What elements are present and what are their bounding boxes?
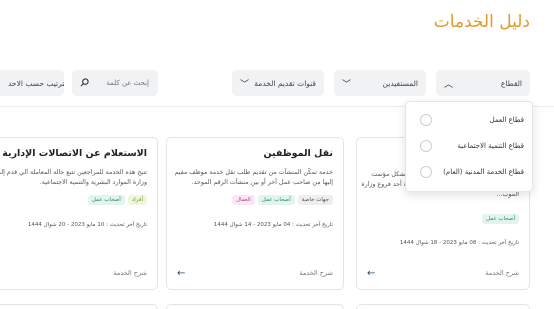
chevron-up-icon: ︿ — [444, 79, 454, 90]
sector-dropdown: قطاع العمل قطاع التنمية الاجتماعية قطاع … — [405, 101, 533, 192]
last-updated: تاريخ آخر تحديث : 08 مايو 2023 - 18 شوال… — [399, 240, 519, 246]
service-card-next — [356, 304, 530, 309]
search-box[interactable] — [72, 70, 158, 96]
radio-button[interactable] — [420, 166, 432, 178]
sort-label: الترتيب حسب الاحد — [8, 78, 64, 88]
service-title: الاستعلام عن الاتصالات الإدارية — [2, 148, 147, 159]
tag: جهات خاصة — [297, 195, 333, 205]
tag: أصحاب عمل — [257, 195, 295, 205]
arrow-left-icon[interactable]: ← — [367, 268, 375, 279]
service-tags: أفراد أصحاب عمل — [87, 195, 147, 205]
last-updated: تاريخ آخر تحديث : 10 مايو 2023 - 20 شوال… — [27, 222, 147, 228]
arrow-left-icon[interactable]: ← — [177, 268, 185, 279]
search-input[interactable] — [95, 79, 149, 87]
tag: أصحاب عمل — [482, 214, 519, 224]
explain-link[interactable]: شرح الخدمة — [113, 269, 147, 277]
filter-bar: ︿ القطاع ﹀ المستفيدين ﹀ قنوات تقديم الخد… — [0, 70, 554, 98]
beneficiaries-filter-label: المستفيدين — [382, 78, 418, 88]
tag: أفراد — [127, 195, 147, 205]
radio-button[interactable] — [420, 114, 432, 126]
sector-option-label: قطاع التنمية الاجتماعية — [457, 142, 524, 150]
radio-button[interactable] — [420, 140, 432, 152]
service-description: خدمة تمكّن المنشآت من تقديم طلب نقل خدمة… — [174, 169, 333, 186]
tag: العمال — [232, 195, 255, 205]
last-updated: تاريخ آخر تحديث : 04 مايو 2023 - 14 شوال… — [213, 222, 333, 228]
explain-link[interactable]: شرح الخدمة — [299, 269, 333, 277]
chevron-down-icon: ﹀ — [342, 79, 352, 90]
explain-link[interactable]: شرح الخدمة — [485, 269, 519, 277]
service-tags: جهات خاصة أصحاب عمل العمال — [232, 195, 333, 205]
sector-option[interactable]: قطاع العمل — [406, 108, 534, 134]
service-description: تتيح هذه الخدمة للمراجعين تتبع حالة المع… — [0, 169, 147, 186]
service-card-next — [166, 304, 344, 309]
sector-filter-label: القطاع — [500, 78, 522, 88]
sector-option-label: قطاع الخدمة المدنية (العام) — [443, 168, 524, 176]
sector-option-label: قطاع العمل — [489, 116, 524, 124]
sort-button[interactable]: الترتيب حسب الاحد — [0, 70, 64, 96]
search-icon — [80, 77, 89, 89]
channels-filter[interactable]: ﹀ قنوات تقديم الخدمة — [232, 70, 324, 96]
service-card[interactable]: نقل الموظفين خدمة تمكّن المنشآت من تقديم… — [166, 137, 344, 290]
sector-filter[interactable]: ︿ القطاع — [436, 70, 530, 96]
page-title: دليل الخدمات — [433, 12, 530, 32]
sector-option[interactable]: قطاع التنمية الاجتماعية — [406, 134, 534, 160]
sector-option[interactable]: قطاع الخدمة المدنية (العام) — [406, 160, 534, 186]
tag: أصحاب عمل — [87, 195, 125, 205]
service-card[interactable]: الاستعلام عن الاتصالات الإدارية تتيح هذه… — [0, 137, 158, 290]
channels-filter-label: قنوات تقديم الخدمة — [254, 78, 316, 88]
service-title: نقل الموظفين — [263, 148, 333, 159]
chevron-down-icon: ﹀ — [240, 79, 250, 90]
service-card-next — [0, 304, 158, 309]
beneficiaries-filter[interactable]: ﹀ المستفيدين — [334, 70, 426, 96]
service-tags: أصحاب عمل — [482, 214, 519, 224]
